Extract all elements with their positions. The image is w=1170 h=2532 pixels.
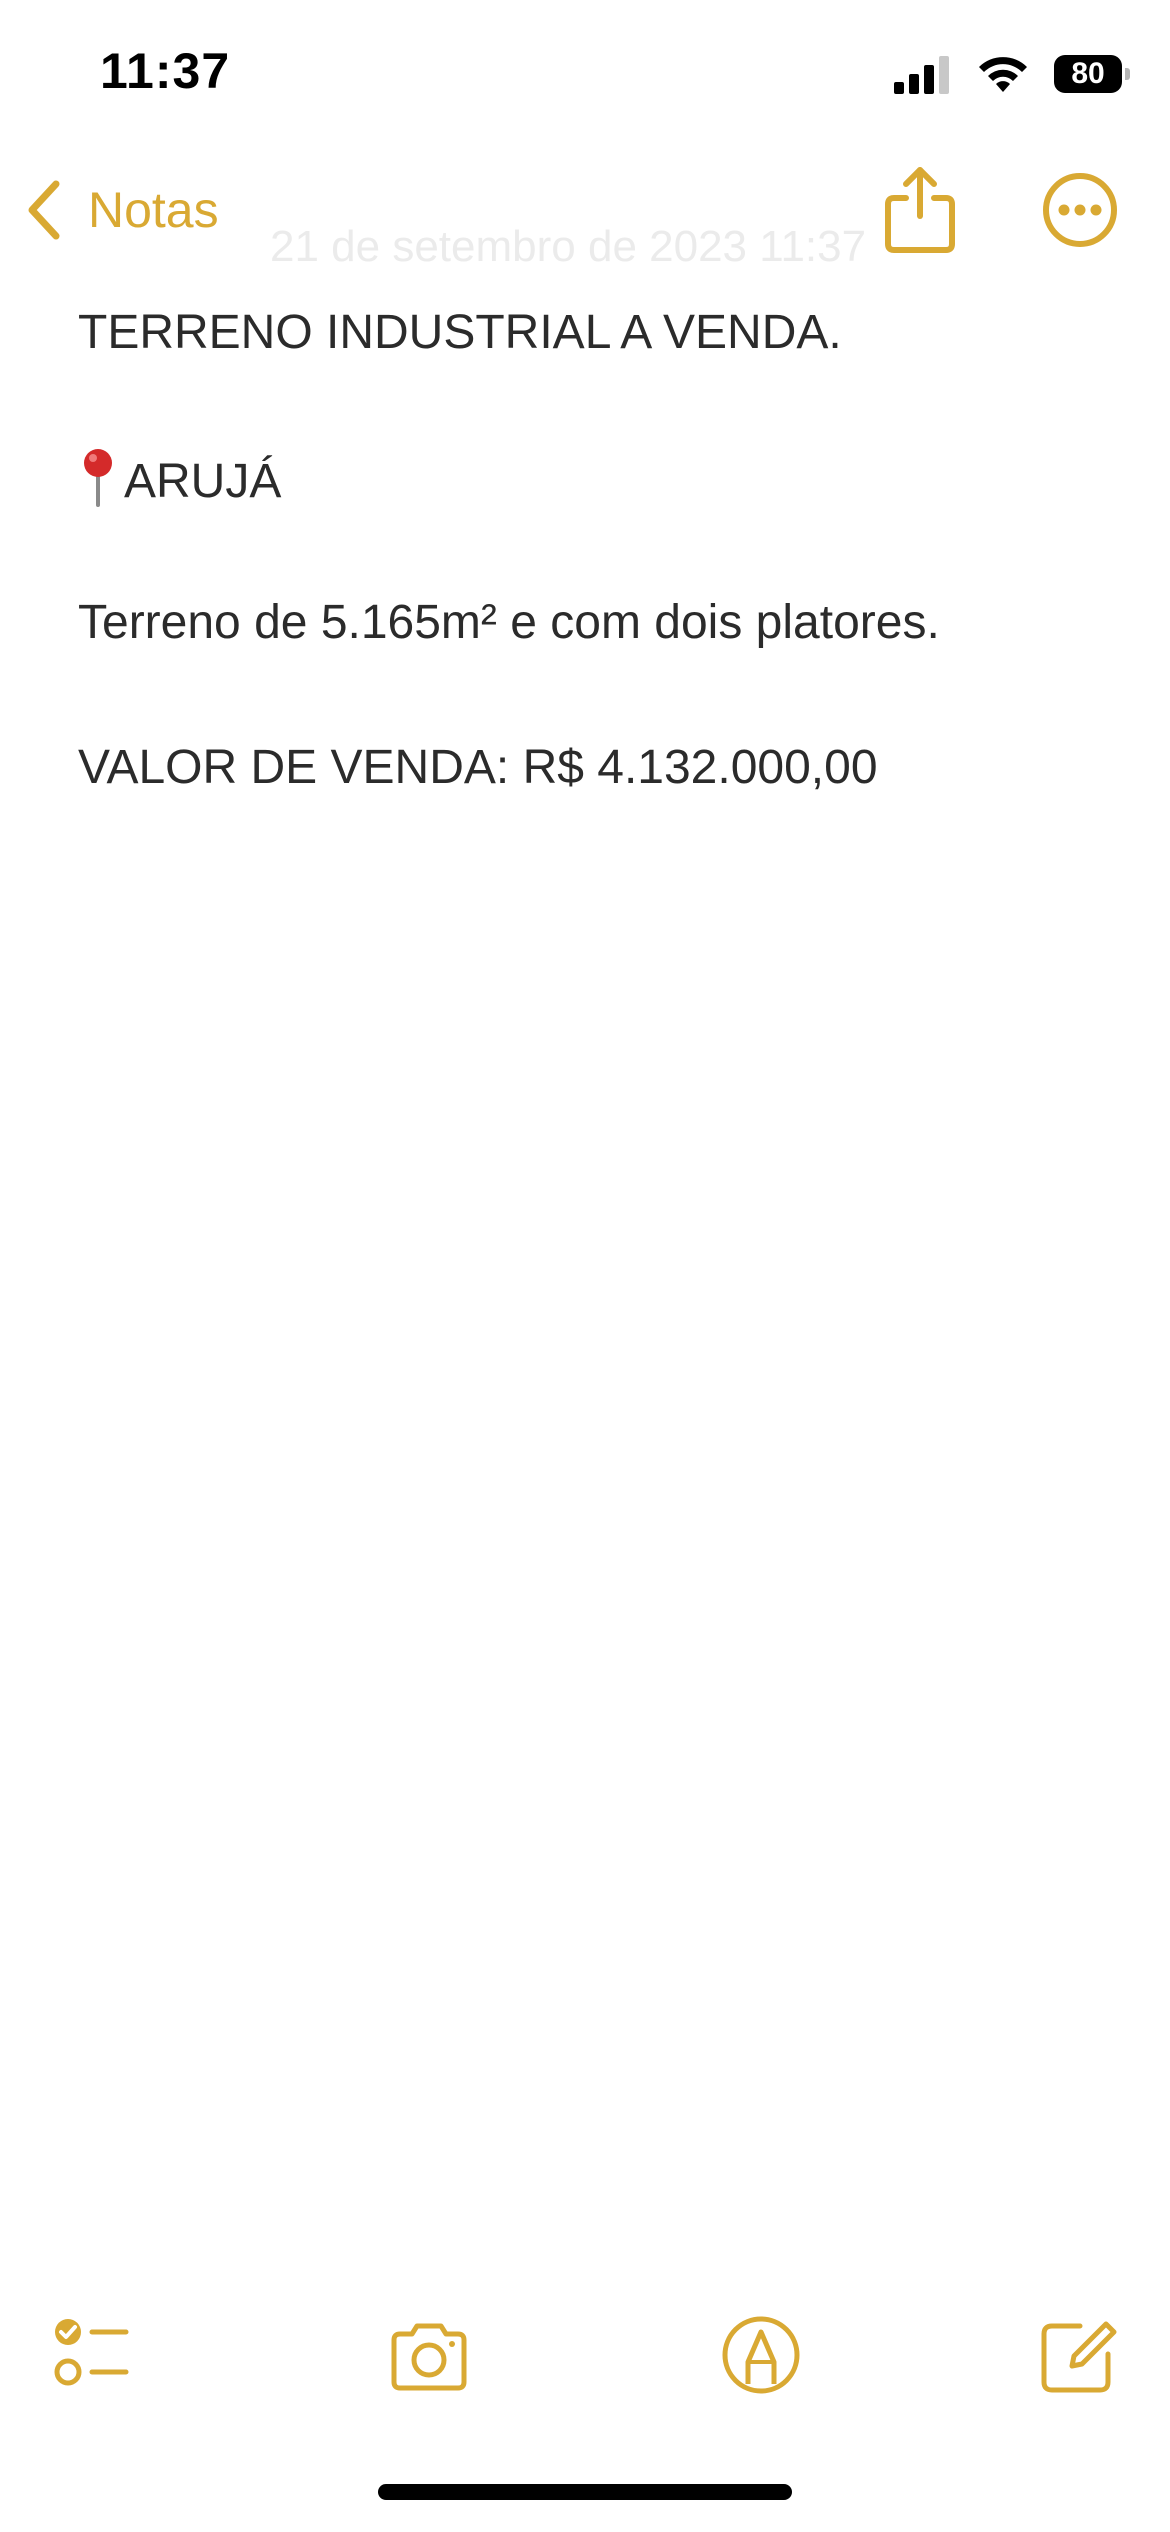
back-label: Notas (88, 182, 219, 238)
markup-icon[interactable] (716, 2310, 806, 2400)
chevron-left-icon (28, 180, 60, 240)
notes-app-screen: 11:37 80 Notas 21 de setembro de 2023 11… (0, 0, 1170, 2532)
battery-icon: 80 (1054, 55, 1130, 93)
battery-cap (1125, 68, 1130, 80)
cellular-signal-icon (894, 56, 949, 94)
back-button[interactable]: Notas (24, 170, 219, 250)
bottom-toolbar (0, 2300, 1170, 2420)
status-bar: 11:37 80 (0, 0, 1170, 150)
note-line-description: Terreno de 5.165m² e com dois platores. (78, 596, 940, 649)
share-icon[interactable] (880, 164, 960, 254)
location-text: ARUJÁ (124, 455, 282, 508)
more-options-icon[interactable] (1040, 170, 1120, 250)
checklist-icon[interactable] (46, 2310, 136, 2400)
status-icons: 80 (894, 50, 1130, 98)
note-line-location: ARUJÁ (78, 447, 281, 513)
camera-icon[interactable] (384, 2310, 474, 2400)
pushpin-icon (84, 449, 112, 507)
navigation-bar: Notas 21 de setembro de 2023 11:37 (0, 150, 1170, 280)
home-indicator[interactable] (378, 2484, 792, 2500)
note-line-price: VALOR DE VENDA: R$ 4.132.000,00 (78, 741, 878, 794)
compose-icon[interactable] (1032, 2310, 1122, 2400)
note-line-title: TERRENO INDUSTRIAL A VENDA. (78, 306, 842, 359)
note-date-faded: 21 de setembro de 2023 11:37 (270, 222, 867, 271)
battery-level: 80 (1071, 57, 1105, 90)
wifi-icon (979, 57, 1027, 92)
status-time: 11:37 (100, 43, 231, 99)
